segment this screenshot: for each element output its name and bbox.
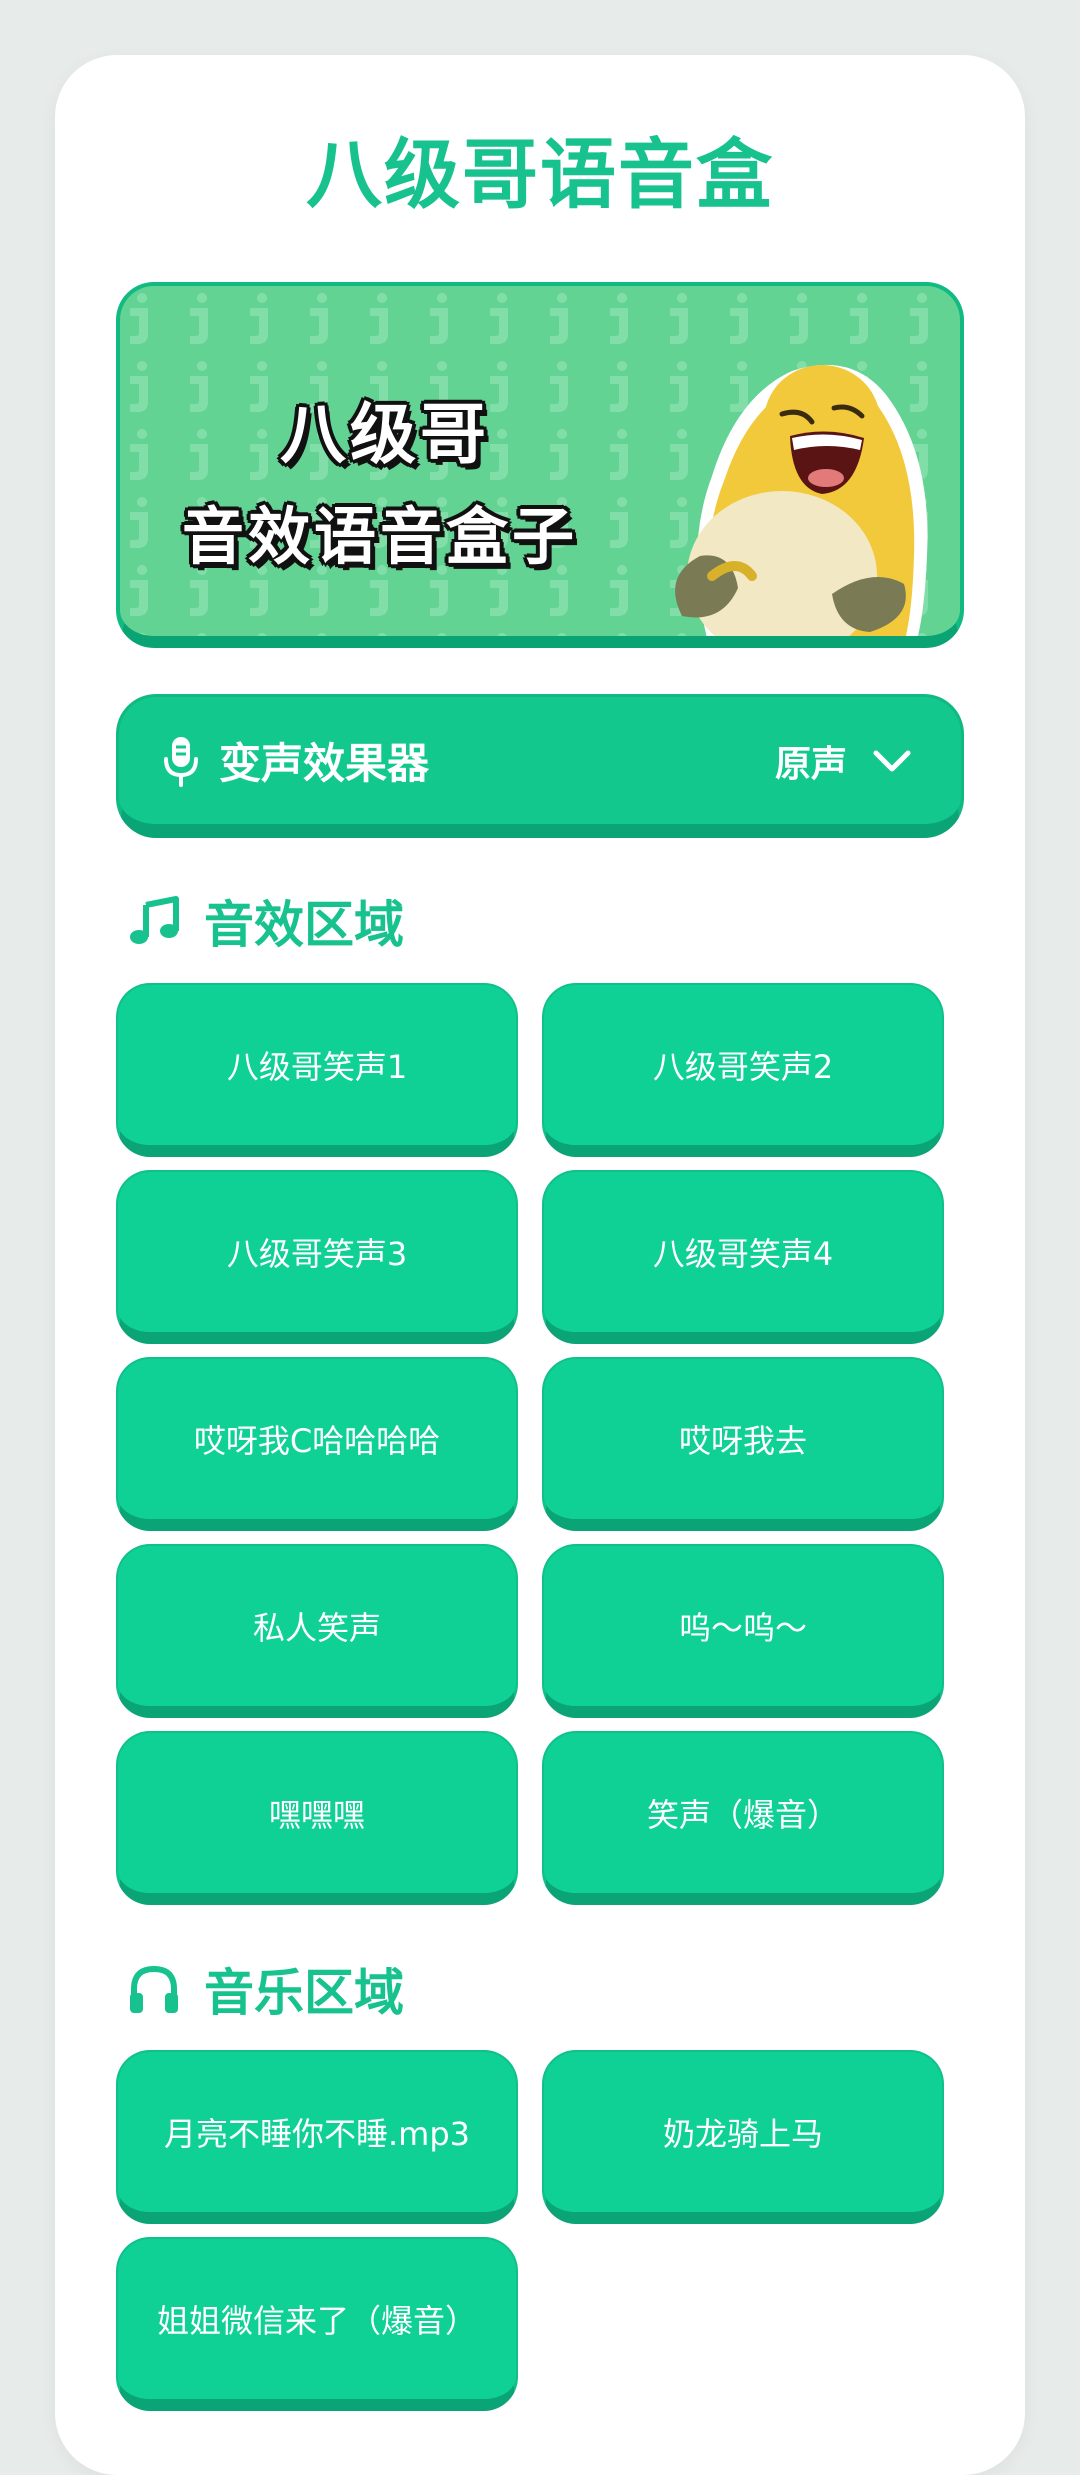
sound-button[interactable]: 哎呀我C哈哈哈哈 — [116, 1357, 518, 1531]
music-button[interactable]: 月亮不睡你不睡.mp3 — [116, 2050, 518, 2224]
music-button[interactable]: 奶龙骑上马 — [542, 2050, 944, 2224]
microphone-icon — [161, 733, 201, 789]
voice-changer-selected-value: 原声 — [774, 743, 847, 785]
section-title-effects: 音效区域 — [126, 885, 404, 957]
section-title-music-label: 音乐区域 — [204, 1964, 404, 2022]
page-title: 八级哥语音盒 — [306, 130, 774, 219]
sound-button[interactable]: 八级哥笑声3 — [116, 1170, 518, 1344]
music-note-icon — [126, 893, 182, 949]
banner-headline: 八级哥 — [280, 396, 490, 473]
hero-banner: 八级哥 音效语音盒子 — [116, 282, 964, 648]
music-button[interactable]: 姐姐微信来了（爆音） — [116, 2237, 518, 2411]
sound-button[interactable]: 私人笑声 — [116, 1544, 518, 1718]
sound-button[interactable]: 笑声（爆音） — [542, 1731, 944, 1905]
voice-changer-dropdown[interactable]: 变声效果器 原声 — [116, 694, 964, 838]
section-title-music: 音乐区域 — [126, 1953, 404, 2025]
laughing-mascot-illustration — [675, 364, 928, 636]
chevron-down-icon — [871, 740, 913, 782]
sound-button[interactable]: 八级哥笑声4 — [542, 1170, 944, 1344]
headphones-icon — [126, 1961, 182, 2017]
voice-changer-label: 变声效果器 — [219, 739, 430, 788]
sound-button[interactable]: 八级哥笑声1 — [116, 983, 518, 1157]
sound-button[interactable]: 八级哥笑声2 — [542, 983, 944, 1157]
sound-button[interactable]: 哎呀我去 — [542, 1357, 944, 1531]
banner-subheadline: 音效语音盒子 — [182, 500, 579, 573]
sound-button[interactable]: 呜～呜～ — [542, 1544, 944, 1718]
sound-button[interactable]: 嘿嘿嘿 — [116, 1731, 518, 1905]
section-title-effects-label: 音效区域 — [204, 896, 404, 954]
